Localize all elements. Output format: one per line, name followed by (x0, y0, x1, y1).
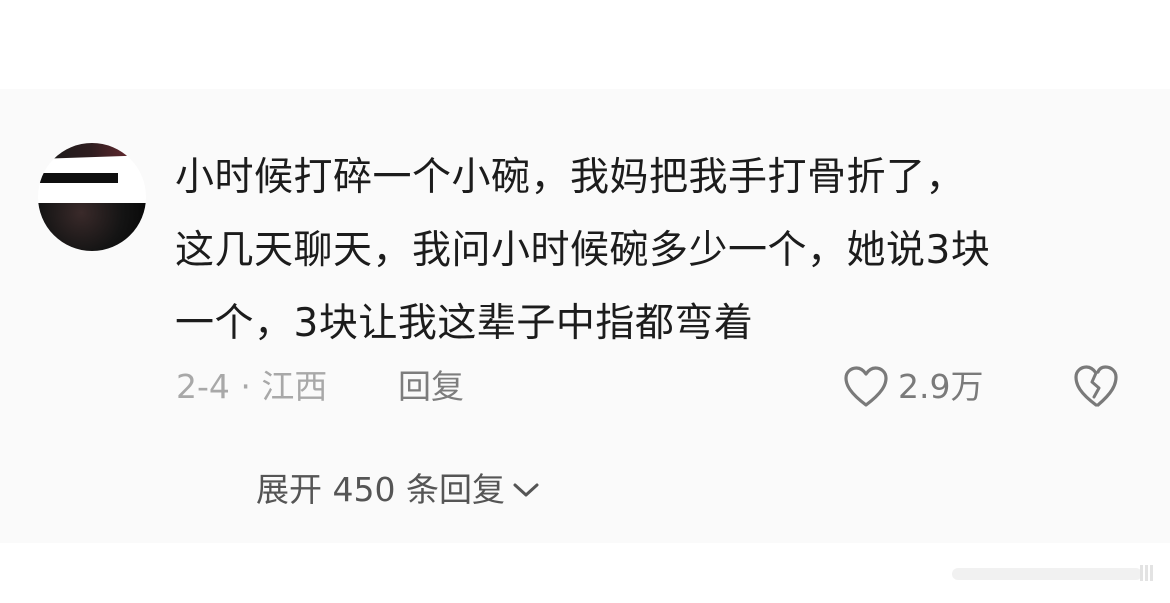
watermark-bar (952, 568, 1142, 580)
reply-button[interactable]: 回复 (398, 367, 464, 407)
avatar-image-top (43, 143, 146, 159)
avatar-image-bottom (38, 203, 146, 251)
watermark-icon (1140, 565, 1153, 581)
expand-replies-label: 展开 450 条回复 (256, 470, 505, 509)
comment-text: 小时候打碎一个小碗，我妈把我手打骨折了， 这几天聊天，我问小时候碗多少一个，她说… (175, 141, 1135, 360)
comment-line-2: 这几天聊天，我问小时候碗多少一个，她说3块 (175, 228, 991, 273)
screen: 小时候打碎一个小碗，我妈把我手打骨折了， 这几天聊天，我问小时候碗多少一个，她说… (0, 0, 1170, 603)
like-button[interactable]: 2.9万 (842, 363, 983, 411)
comment-line-3: 一个，3块让我这辈子中指都弯着 (175, 301, 754, 346)
avatar[interactable] (38, 143, 146, 251)
expand-replies-button[interactable]: 展开 450 条回复 (256, 467, 541, 513)
chevron-down-icon (513, 483, 539, 497)
avatar-image-middle (38, 173, 118, 183)
comment-card: 小时候打碎一个小碗，我妈把我手打骨折了， 这几天聊天，我问小时候碗多少一个，她说… (0, 89, 1170, 543)
comment-line-1: 小时候打碎一个小碗，我妈把我手打骨折了， (175, 155, 966, 200)
watermark (952, 560, 1158, 586)
like-count: 2.9万 (898, 367, 984, 406)
broken-heart-icon[interactable] (1072, 363, 1120, 409)
comment-date-location: 2-4 · 江西 (176, 367, 328, 406)
heart-outline-icon (844, 366, 888, 407)
